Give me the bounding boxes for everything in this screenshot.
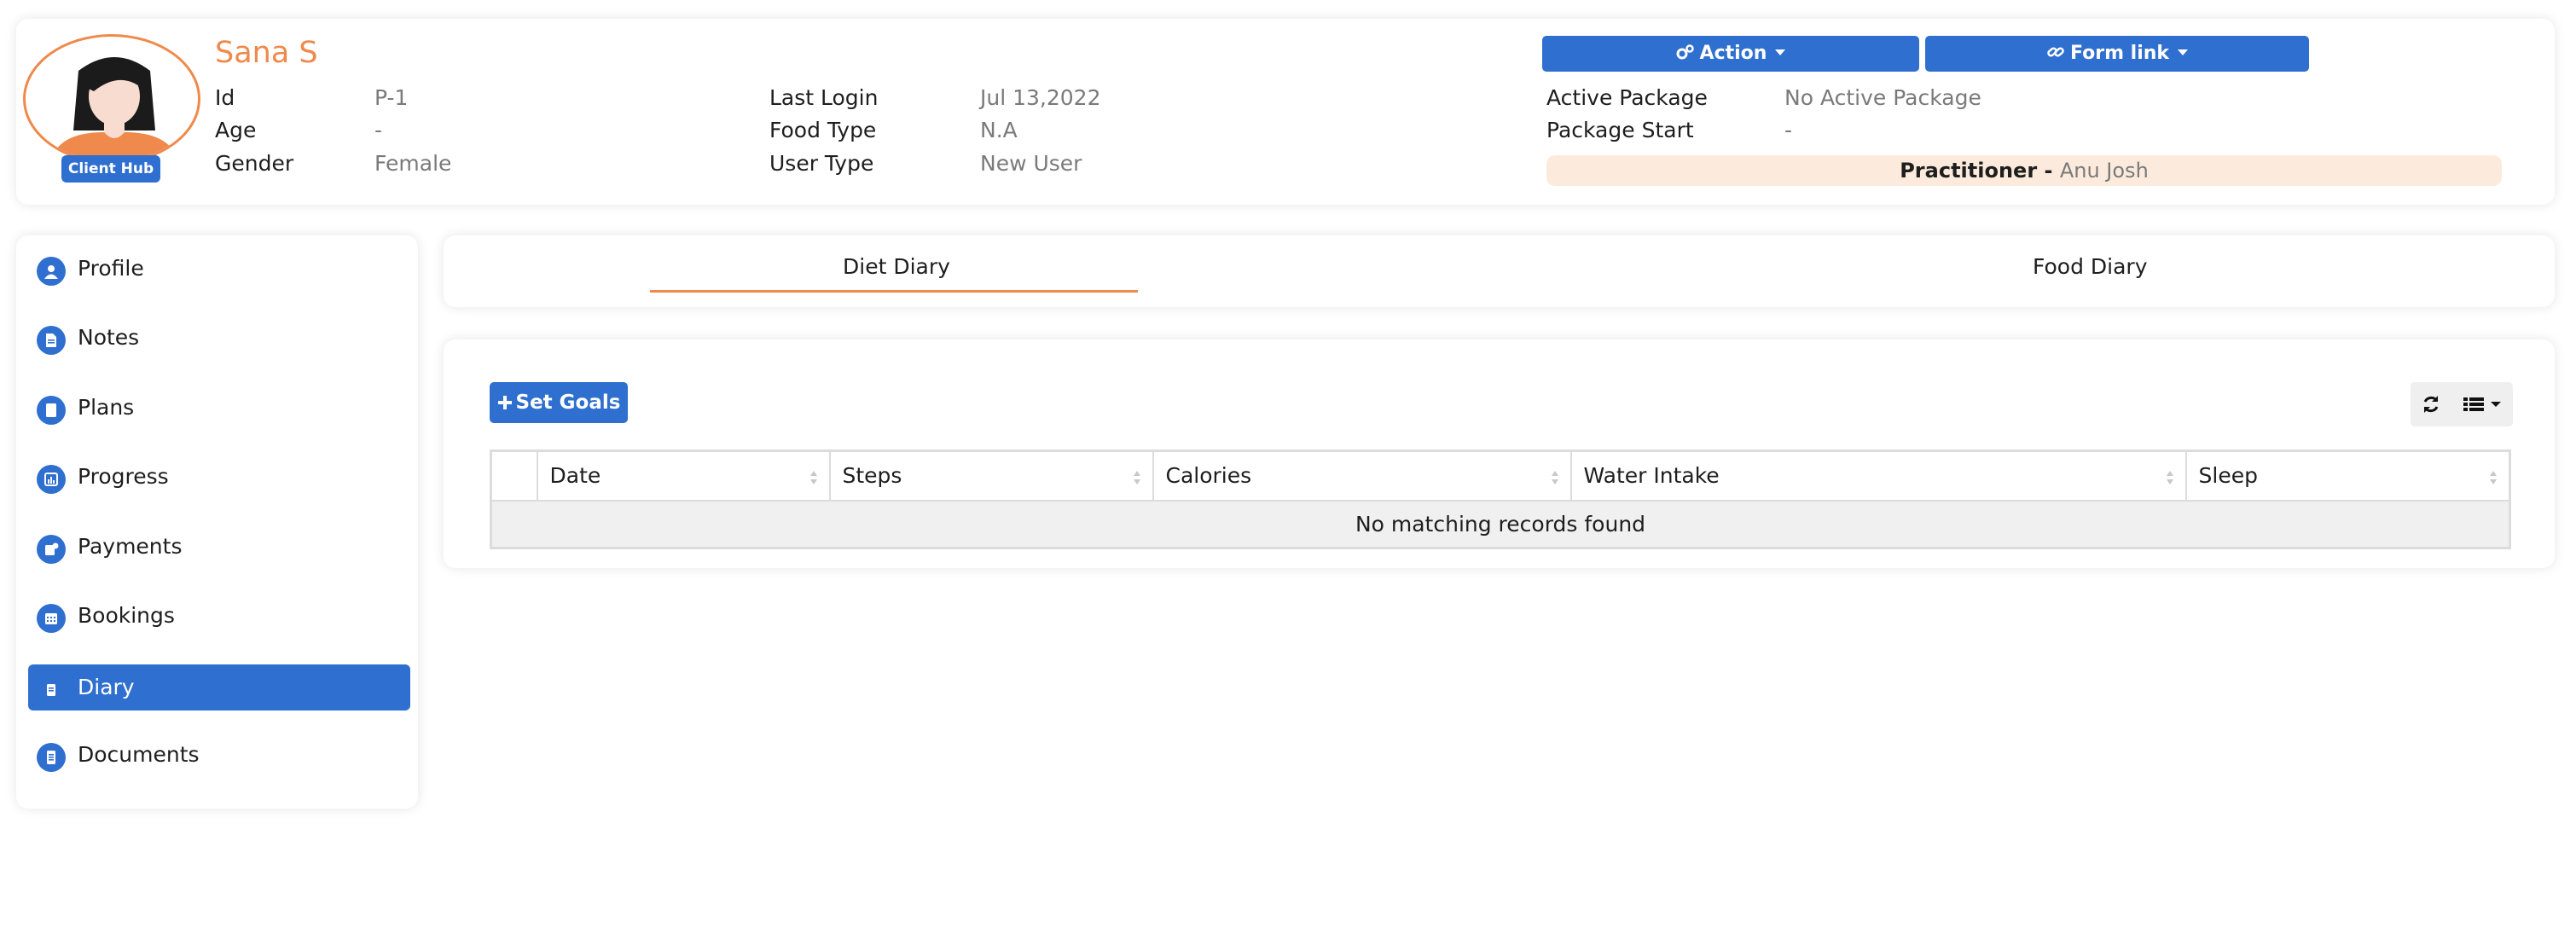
notes-icon: [37, 326, 66, 355]
column-header-water-intake[interactable]: Water Intake: [1569, 450, 2187, 502]
sidebar-item-label: Payments: [78, 534, 183, 559]
food-type-value: N.A: [980, 118, 1018, 142]
sidebar-item-plans[interactable]: Plans: [28, 385, 410, 431]
sidebar-item-documents[interactable]: Documents: [28, 732, 410, 778]
sidebar-item-label: Profile: [78, 256, 144, 281]
last-login-label: Last Login: [769, 85, 879, 110]
package-start-value: -: [1784, 118, 1793, 142]
active-package-value: No Active Package: [1784, 85, 1981, 110]
refresh-icon: [2423, 396, 2439, 413]
empty-table-message: No matching records found: [490, 500, 2510, 548]
id-value: P-1: [374, 85, 409, 110]
user-type-label: User Type: [769, 151, 874, 176]
set-goals-button[interactable]: Set Goals: [490, 382, 628, 423]
column-header-steps[interactable]: Steps: [828, 450, 1154, 502]
link-icon: [2047, 47, 2064, 57]
column-header-sleep[interactable]: Sleep: [2184, 450, 2511, 502]
plus-icon: [497, 396, 512, 409]
columns-toggle-button[interactable]: [2451, 382, 2513, 426]
table-row: No matching records found: [490, 500, 2510, 548]
chevron-down-icon: [2178, 49, 2189, 55]
sort-icon: [1133, 471, 1140, 484]
practitioner-banner: Practitioner - Anu Josh: [1546, 155, 2502, 186]
sidebar-item-label: Bookings: [78, 603, 175, 628]
client-hub-badge[interactable]: Client Hub: [61, 155, 160, 183]
action-dropdown-button[interactable]: Action: [1542, 36, 1919, 72]
form-link-button-label: Form link: [2069, 43, 2170, 64]
age-value: -: [374, 118, 383, 142]
sidebar: Profile Notes Plans Progress Payments Bo…: [16, 235, 418, 809]
user-icon: [37, 257, 66, 286]
sidebar-item-payments[interactable]: Payments: [28, 524, 410, 570]
chevron-down-icon: [2491, 402, 2501, 407]
tab-diet-diary[interactable]: Diet Diary: [843, 254, 950, 279]
food-type-label: Food Type: [769, 118, 877, 142]
diary-tabs: Diet Diary Food Diary: [444, 235, 2555, 307]
payments-icon: [37, 535, 66, 564]
plans-icon: [37, 396, 66, 425]
sidebar-item-label: Progress: [78, 464, 169, 489]
action-button-label: Action: [1699, 43, 1767, 64]
sidebar-item-profile[interactable]: Profile: [28, 246, 410, 292]
gender-label: Gender: [215, 151, 294, 176]
package-start-label: Package Start: [1546, 118, 1694, 142]
practitioner-label: Practitioner -: [1900, 159, 2060, 183]
chevron-down-icon: [1775, 49, 1786, 55]
sort-icon: [809, 471, 817, 484]
column-header-label: Water Intake: [1583, 463, 1720, 489]
sort-icon: [2490, 471, 2497, 484]
column-header-label: Date: [549, 463, 601, 489]
user-type-value: New User: [980, 151, 1082, 176]
id-label: Id: [215, 85, 235, 110]
gears-icon: [1676, 44, 1694, 60]
form-link-dropdown-button[interactable]: Form link: [1925, 36, 2309, 72]
diary-icon: [37, 676, 66, 705]
column-header-calories[interactable]: Calories: [1152, 450, 1572, 502]
client-name: Sana S: [215, 36, 318, 70]
client-header-card: Client Hub Sana S Id P-1 Age - Gender Fe…: [16, 19, 2555, 205]
avatar: [23, 34, 200, 164]
calendar-icon: [37, 604, 66, 633]
sort-icon: [1551, 471, 1558, 484]
age-label: Age: [215, 118, 257, 142]
tab-food-diary[interactable]: Food Diary: [2033, 254, 2148, 279]
sidebar-item-label: Documents: [78, 742, 200, 767]
column-header-label: Calories: [1165, 463, 1252, 489]
sort-icon: [2166, 471, 2173, 484]
table-header-row: Date Steps Calories Water Intake Sleep: [490, 450, 2511, 502]
gender-value: Female: [374, 151, 452, 176]
table-toolbar: [2411, 382, 2513, 426]
sidebar-item-diary[interactable]: Diary: [28, 664, 410, 710]
column-header-label: Steps: [842, 463, 902, 489]
active-tab-indicator: [650, 290, 1138, 293]
active-package-label: Active Package: [1546, 85, 1708, 110]
sidebar-item-bookings[interactable]: Bookings: [28, 593, 410, 639]
last-login-value: Jul 13,2022: [980, 85, 1101, 110]
sidebar-item-label: Plans: [78, 395, 135, 420]
select-column-header: [490, 450, 538, 502]
diet-diary-panel: Set Goals Date Steps Calories Water Inta…: [444, 339, 2555, 568]
sidebar-item-label: Notes: [78, 325, 140, 350]
diet-diary-table: Date Steps Calories Water Intake Sleep N…: [490, 450, 2511, 549]
set-goals-label: Set Goals: [515, 392, 621, 414]
column-header-label: Sleep: [2198, 463, 2258, 489]
progress-chart-icon: [37, 465, 66, 494]
list-icon: [2463, 397, 2484, 411]
refresh-button[interactable]: [2411, 382, 2451, 426]
practitioner-name: Anu Josh: [2059, 159, 2149, 183]
sidebar-item-label: Diary: [78, 675, 135, 699]
sidebar-item-notes[interactable]: Notes: [28, 315, 410, 361]
document-icon: [37, 743, 66, 772]
sidebar-item-progress[interactable]: Progress: [28, 454, 410, 500]
column-header-date[interactable]: Date: [536, 450, 831, 502]
